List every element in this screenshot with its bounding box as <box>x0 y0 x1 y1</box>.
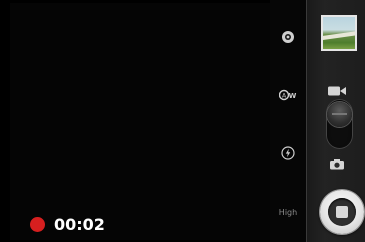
video-quality-label: High <box>278 208 298 217</box>
white-balance-auto-icon: A W <box>279 89 297 101</box>
viewfinder <box>10 3 270 240</box>
white-balance-button[interactable]: A W <box>270 89 306 101</box>
video-quality-button[interactable]: High <box>270 208 306 217</box>
mode-switch-knob[interactable] <box>327 102 352 127</box>
flash-auto-icon <box>281 146 295 160</box>
svg-text:W: W <box>289 92 297 100</box>
camera-icon <box>329 155 345 174</box>
control-panel <box>306 0 365 242</box>
recording-indicator: 00:02 <box>30 214 105 234</box>
last-capture-thumbnail[interactable] <box>321 15 357 51</box>
thumbnail-image <box>323 29 355 41</box>
shutter-inner <box>328 198 356 226</box>
camera-app: A W High 00:02 <box>0 0 365 242</box>
settings-knob-icon[interactable] <box>270 30 306 44</box>
camera-video-mode-switch[interactable] <box>326 99 353 149</box>
recording-timer: 00:02 <box>54 214 105 234</box>
stop-recording-button[interactable] <box>320 190 364 234</box>
flash-button[interactable] <box>270 146 306 160</box>
settings-bar: A W High <box>270 0 306 242</box>
recording-dot-icon <box>30 216 45 232</box>
stop-icon <box>336 206 348 218</box>
